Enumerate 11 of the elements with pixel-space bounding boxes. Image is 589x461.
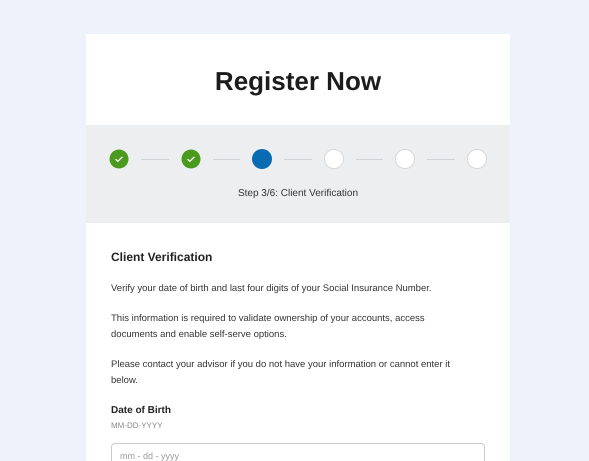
field-label: Date of Birth — [111, 404, 172, 418]
page-title: Register Now — [214, 65, 382, 98]
paragraph: Please contact your advisor if you do not have your information or cannot enter it below. — [111, 358, 452, 388]
date-of-birth-field[interactable]: mm - dd - yyyy — [111, 443, 485, 461]
paragraph: This information is required to validate ownership of your accounts, access documents and enable self-serve options. — [111, 312, 426, 342]
paragraph: Verify your date of birth and last four digits of your Social Insurance Number. — [111, 282, 433, 296]
step-caption: Step 3/6: Client Verification — [238, 187, 358, 201]
step-complete-icon — [109, 149, 129, 169]
step-complete-icon — [180, 149, 201, 169]
section-heading: Client Verification — [111, 249, 214, 266]
field-hint: MM-DD-YYYY — [111, 420, 164, 432]
